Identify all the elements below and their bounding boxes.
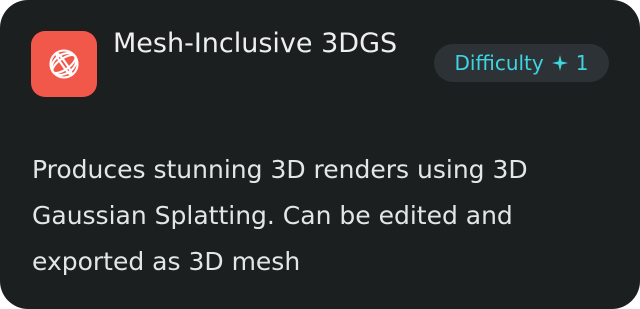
sparkle-icon: [551, 55, 568, 71]
card-description: Produces stunning 3D renders using 3D Ga…: [32, 155, 528, 276]
card-title: Mesh-Inclusive 3DGS: [113, 28, 398, 59]
method-card[interactable]: Mesh-Inclusive 3DGS Difficulty 1 Produce…: [0, 0, 640, 309]
sphere-wireframe-icon: [49, 49, 79, 79]
difficulty-badge: Difficulty 1: [434, 44, 609, 82]
difficulty-label: Difficulty: [454, 51, 544, 75]
method-logo: [31, 31, 97, 97]
difficulty-value: 1: [575, 51, 589, 75]
